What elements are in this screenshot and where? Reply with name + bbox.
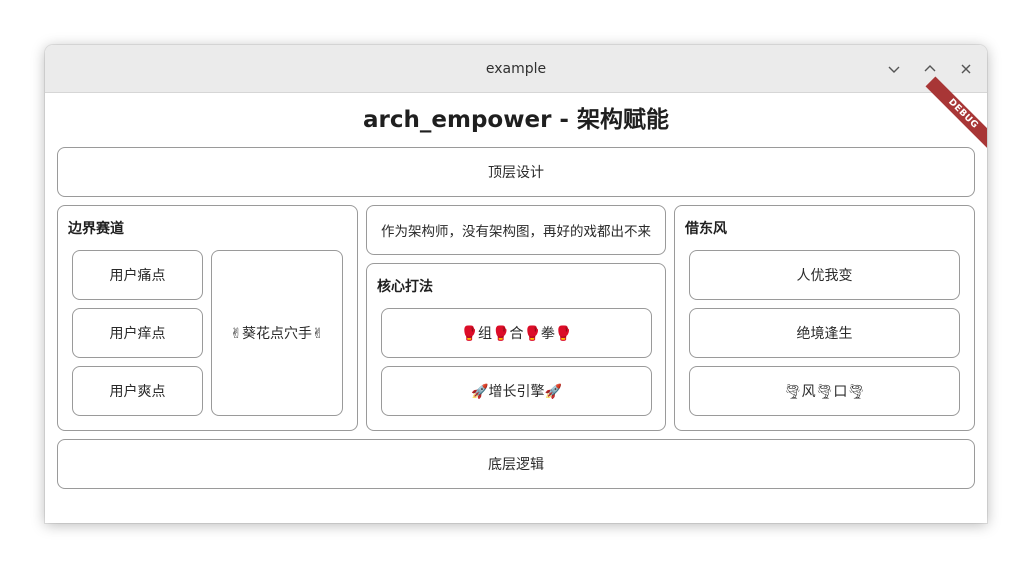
- top-layer-design-button[interactable]: 顶层设计: [57, 147, 975, 197]
- borrow-east-wind-title: 借东风: [685, 221, 727, 237]
- turnaround-label: 绝境逢生: [796, 326, 853, 342]
- boundary-track-title: 边界赛道: [68, 221, 124, 237]
- growth-engine-button[interactable]: 🚀增长引擎🚀: [381, 366, 652, 416]
- differentiate-label: 人优我变: [796, 268, 853, 284]
- user-itch-point-button[interactable]: 用户痒点: [72, 308, 203, 358]
- user-pain-point-button[interactable]: 用户痛点: [72, 250, 203, 300]
- bottom-layer-logic-button[interactable]: 底层逻辑: [57, 439, 975, 489]
- user-delight-point-button[interactable]: 用户爽点: [72, 366, 203, 416]
- chevron-down-icon: [888, 66, 900, 73]
- sunflower-strike-button[interactable]: ✌葵花点穴手✌: [211, 250, 343, 416]
- turnaround-button[interactable]: 绝境逢生: [689, 308, 960, 358]
- app-window: example arch_empower - 架构赋能 DEBUG 顶层设计 边…: [45, 45, 987, 523]
- differentiate-button[interactable]: 人优我变: [689, 250, 960, 300]
- app-content: arch_empower - 架构赋能 DEBUG 顶层设计 边界赛道 用户痛点…: [45, 76, 987, 523]
- user-pain-point-label: 用户痛点: [109, 268, 166, 284]
- borrow-east-wind-panel: 借东风 人优我变 绝境逢生 🌪风🌪口🌪: [674, 205, 975, 431]
- architect-motto[interactable]: 作为架构师，没有架构图，再好的戏都出不来: [366, 205, 666, 255]
- maximize-button[interactable]: [918, 57, 942, 81]
- minimize-button[interactable]: [882, 57, 906, 81]
- chevron-up-icon: [924, 65, 936, 72]
- core-strategy-title: 核心打法: [377, 279, 433, 295]
- wind-gap-label: 🌪风🌪口🌪: [783, 384, 866, 400]
- core-strategy-panel: 核心打法 🥊组🥊合🥊拳🥊 🚀增长引擎🚀: [366, 263, 666, 431]
- page-title: arch_empower - 架构赋能: [363, 107, 669, 133]
- growth-engine-label: 🚀增长引擎🚀: [471, 384, 562, 400]
- title-bar[interactable]: example: [45, 45, 987, 93]
- window-title: example: [485, 61, 547, 77]
- close-button[interactable]: [954, 57, 978, 81]
- combo-punch-button[interactable]: 🥊组🥊合🥊拳🥊: [381, 308, 652, 358]
- boundary-track-panel: 边界赛道 用户痛点 用户痒点 用户爽点 ✌葵花点穴手✌: [57, 205, 358, 431]
- combo-punch-label: 🥊组🥊合🥊拳🥊: [460, 326, 573, 342]
- wind-gap-button[interactable]: 🌪风🌪口🌪: [689, 366, 960, 416]
- user-delight-point-label: 用户爽点: [109, 384, 166, 400]
- close-icon: [961, 64, 971, 74]
- architect-motto-label: 作为架构师，没有架构图，再好的戏都出不来: [381, 224, 651, 240]
- sunflower-strike-label: ✌葵花点穴手✌: [230, 326, 324, 342]
- top-layer-label: 顶层设计: [488, 165, 544, 181]
- user-itch-point-label: 用户痒点: [109, 326, 166, 342]
- bottom-layer-label: 底层逻辑: [488, 457, 544, 473]
